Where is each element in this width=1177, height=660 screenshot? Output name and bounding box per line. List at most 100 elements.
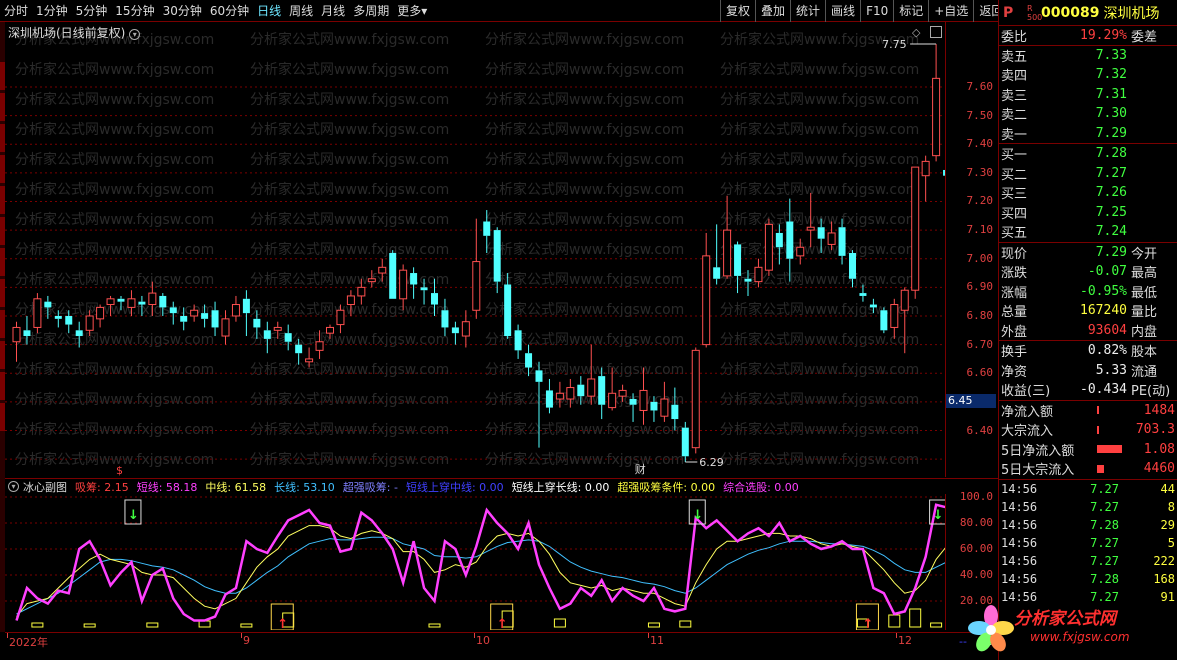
toolbar-button[interactable]: 叠加 <box>755 0 790 22</box>
indicator-value: 吸筹: 2.15 <box>75 480 129 494</box>
period-tab[interactable]: 1分钟 <box>32 0 72 22</box>
candle[interactable] <box>911 166 920 299</box>
price-tick: 7.50 <box>966 108 994 122</box>
indicator-value: 超强吸筹: - <box>342 480 398 494</box>
period-tab[interactable]: 日线 <box>253 0 285 22</box>
watermark-text: 分析家公式网www.fxjgsw.com <box>720 91 919 108</box>
stat-label: 外盘 <box>1001 324 1028 340</box>
flow-bar <box>1097 464 1104 473</box>
candle[interactable] <box>451 321 459 345</box>
tick-price: 7.27 <box>1090 499 1119 514</box>
stat-label-2: 流通 <box>1131 364 1158 380</box>
bid-row[interactable]: 买一 7.28 <box>999 144 1177 164</box>
period-tab[interactable]: 周线 <box>285 0 317 22</box>
toolbar-button[interactable]: 标记 <box>893 0 928 22</box>
stock-prefix: P <box>1003 4 1014 21</box>
ask-row[interactable]: 卖四 7.32 <box>999 65 1177 85</box>
watermark-text: 分析家公式网www.fxjgsw.com <box>15 451 214 468</box>
period-tab[interactable]: 多周期 <box>349 0 393 22</box>
period-tab[interactable]: 分时 <box>0 0 32 22</box>
event-marker[interactable]: $ <box>116 464 123 477</box>
candle[interactable] <box>880 307 888 334</box>
flow-bar <box>1097 406 1099 415</box>
bid-row[interactable]: 买三 7.26 <box>999 183 1177 203</box>
watermark-text: 分析家公式网www.fxjgsw.com <box>250 91 449 108</box>
dropdown-icon[interactable]: ▾ <box>129 29 141 40</box>
ask-row[interactable]: 卖二 7.30 <box>999 104 1177 124</box>
toolbar-button[interactable]: F10 <box>860 0 893 22</box>
tick-price: 7.27 <box>1090 481 1119 496</box>
ask-label: 卖一 <box>1001 127 1028 143</box>
stat-label-2: 股本 <box>1131 345 1158 361</box>
candle[interactable] <box>921 155 930 202</box>
toolbar-button[interactable]: 画线 <box>825 0 860 22</box>
period-tab[interactable]: 30分钟 <box>159 0 206 22</box>
candle[interactable] <box>389 250 397 299</box>
panel-toggle-icon[interactable] <box>930 26 942 38</box>
watermark-text: 分析家公式网www.fxjgsw.com <box>250 181 449 198</box>
period-tab[interactable]: 5分钟 <box>72 0 112 22</box>
candle[interactable] <box>691 347 700 454</box>
toolbar-button[interactable]: 复权 <box>720 0 755 22</box>
indicator-chart[interactable]: ↓ ↓ ↓ ↑ ↑ ↑ <box>5 494 945 630</box>
stock-name: 深圳机场 <box>1103 5 1160 22</box>
period-tab[interactable]: 月线 <box>317 0 349 22</box>
candle[interactable] <box>33 293 42 334</box>
candle[interactable] <box>12 321 21 362</box>
date-label: 9 <box>243 634 250 647</box>
tick-time: 14:56 <box>1001 553 1038 568</box>
candle[interactable] <box>932 44 941 162</box>
candlestick-chart[interactable]: 分析家公式网www.fxjgsw.com 分析家公式网www.fxjgsw.com… <box>5 22 945 477</box>
tick-row: 14:56 7.27 44 <box>999 480 1177 498</box>
axis-scroll-btn[interactable]: -- <box>959 635 967 648</box>
period-tab[interactable]: 60分钟 <box>206 0 253 22</box>
bid-price: 7.28 <box>1095 146 1127 162</box>
candle[interactable] <box>221 310 230 345</box>
candle[interactable] <box>702 232 711 348</box>
tick-price: 7.27 <box>1090 535 1119 550</box>
period-tab[interactable]: 更多▾ <box>393 0 431 22</box>
absorption-bar <box>146 622 159 628</box>
ask-row[interactable]: 卖一 7.29 <box>999 124 1177 144</box>
indicator-name[interactable]: 冰心副图 <box>23 479 75 495</box>
period-tab[interactable]: 15分钟 <box>111 0 158 22</box>
indicator-tick: 100.0 <box>959 490 993 503</box>
ask-row[interactable]: 卖五 7.33 <box>999 46 1177 66</box>
candle[interactable] <box>681 421 689 462</box>
date-label: 10 <box>476 634 490 647</box>
indicator-value: 短线上穿中线: 0.00 <box>405 480 504 494</box>
watermark-text: 分析家公式网www.fxjgsw.com <box>485 421 684 438</box>
bid-row[interactable]: 买五 7.24 <box>999 222 1177 242</box>
stat-row: 涨跌 -0.07 最高 <box>999 262 1177 282</box>
date-tick <box>896 633 897 638</box>
candle[interactable] <box>514 324 522 359</box>
watermark-text: 分析家公式网www.fxjgsw.com <box>15 151 214 168</box>
candle[interactable] <box>96 304 105 328</box>
candle[interactable] <box>263 321 271 354</box>
candle[interactable] <box>472 218 481 319</box>
candle[interactable] <box>545 378 553 414</box>
wei-bi-value: 19.29% <box>1080 27 1127 43</box>
candle[interactable] <box>461 310 470 348</box>
candle[interactable] <box>764 218 773 276</box>
toolbar-button[interactable]: 统计 <box>790 0 825 22</box>
stat-row: 总量 167240 量比 <box>999 301 1177 321</box>
candle[interactable] <box>660 381 669 422</box>
ask-price: 7.32 <box>1095 67 1127 83</box>
ask-row[interactable]: 卖三 7.31 <box>999 85 1177 105</box>
price-tick: 7.40 <box>966 137 994 151</box>
watermark-text: 分析家公式网www.fxjgsw.com <box>250 331 449 348</box>
bid-row[interactable]: 买二 7.27 <box>999 164 1177 184</box>
toolbar-button[interactable]: +自选 <box>928 0 973 22</box>
watermark-text: 分析家公式网www.fxjgsw.com <box>15 61 214 78</box>
indicator-collapse-icon[interactable]: ▾ <box>8 481 19 492</box>
candle[interactable] <box>723 195 732 279</box>
bid-row[interactable]: 买四 7.25 <box>999 203 1177 223</box>
ask-label: 卖三 <box>1001 88 1028 104</box>
finance-marker[interactable]: 财 <box>635 462 646 476</box>
stat-row: 换手 0.82% 股本 <box>999 341 1177 361</box>
settings-diamond-icon[interactable]: ◇ <box>912 26 920 39</box>
stat-value: -0.434 <box>1080 382 1127 398</box>
candle[interactable] <box>231 295 240 322</box>
candle[interactable] <box>242 290 250 337</box>
